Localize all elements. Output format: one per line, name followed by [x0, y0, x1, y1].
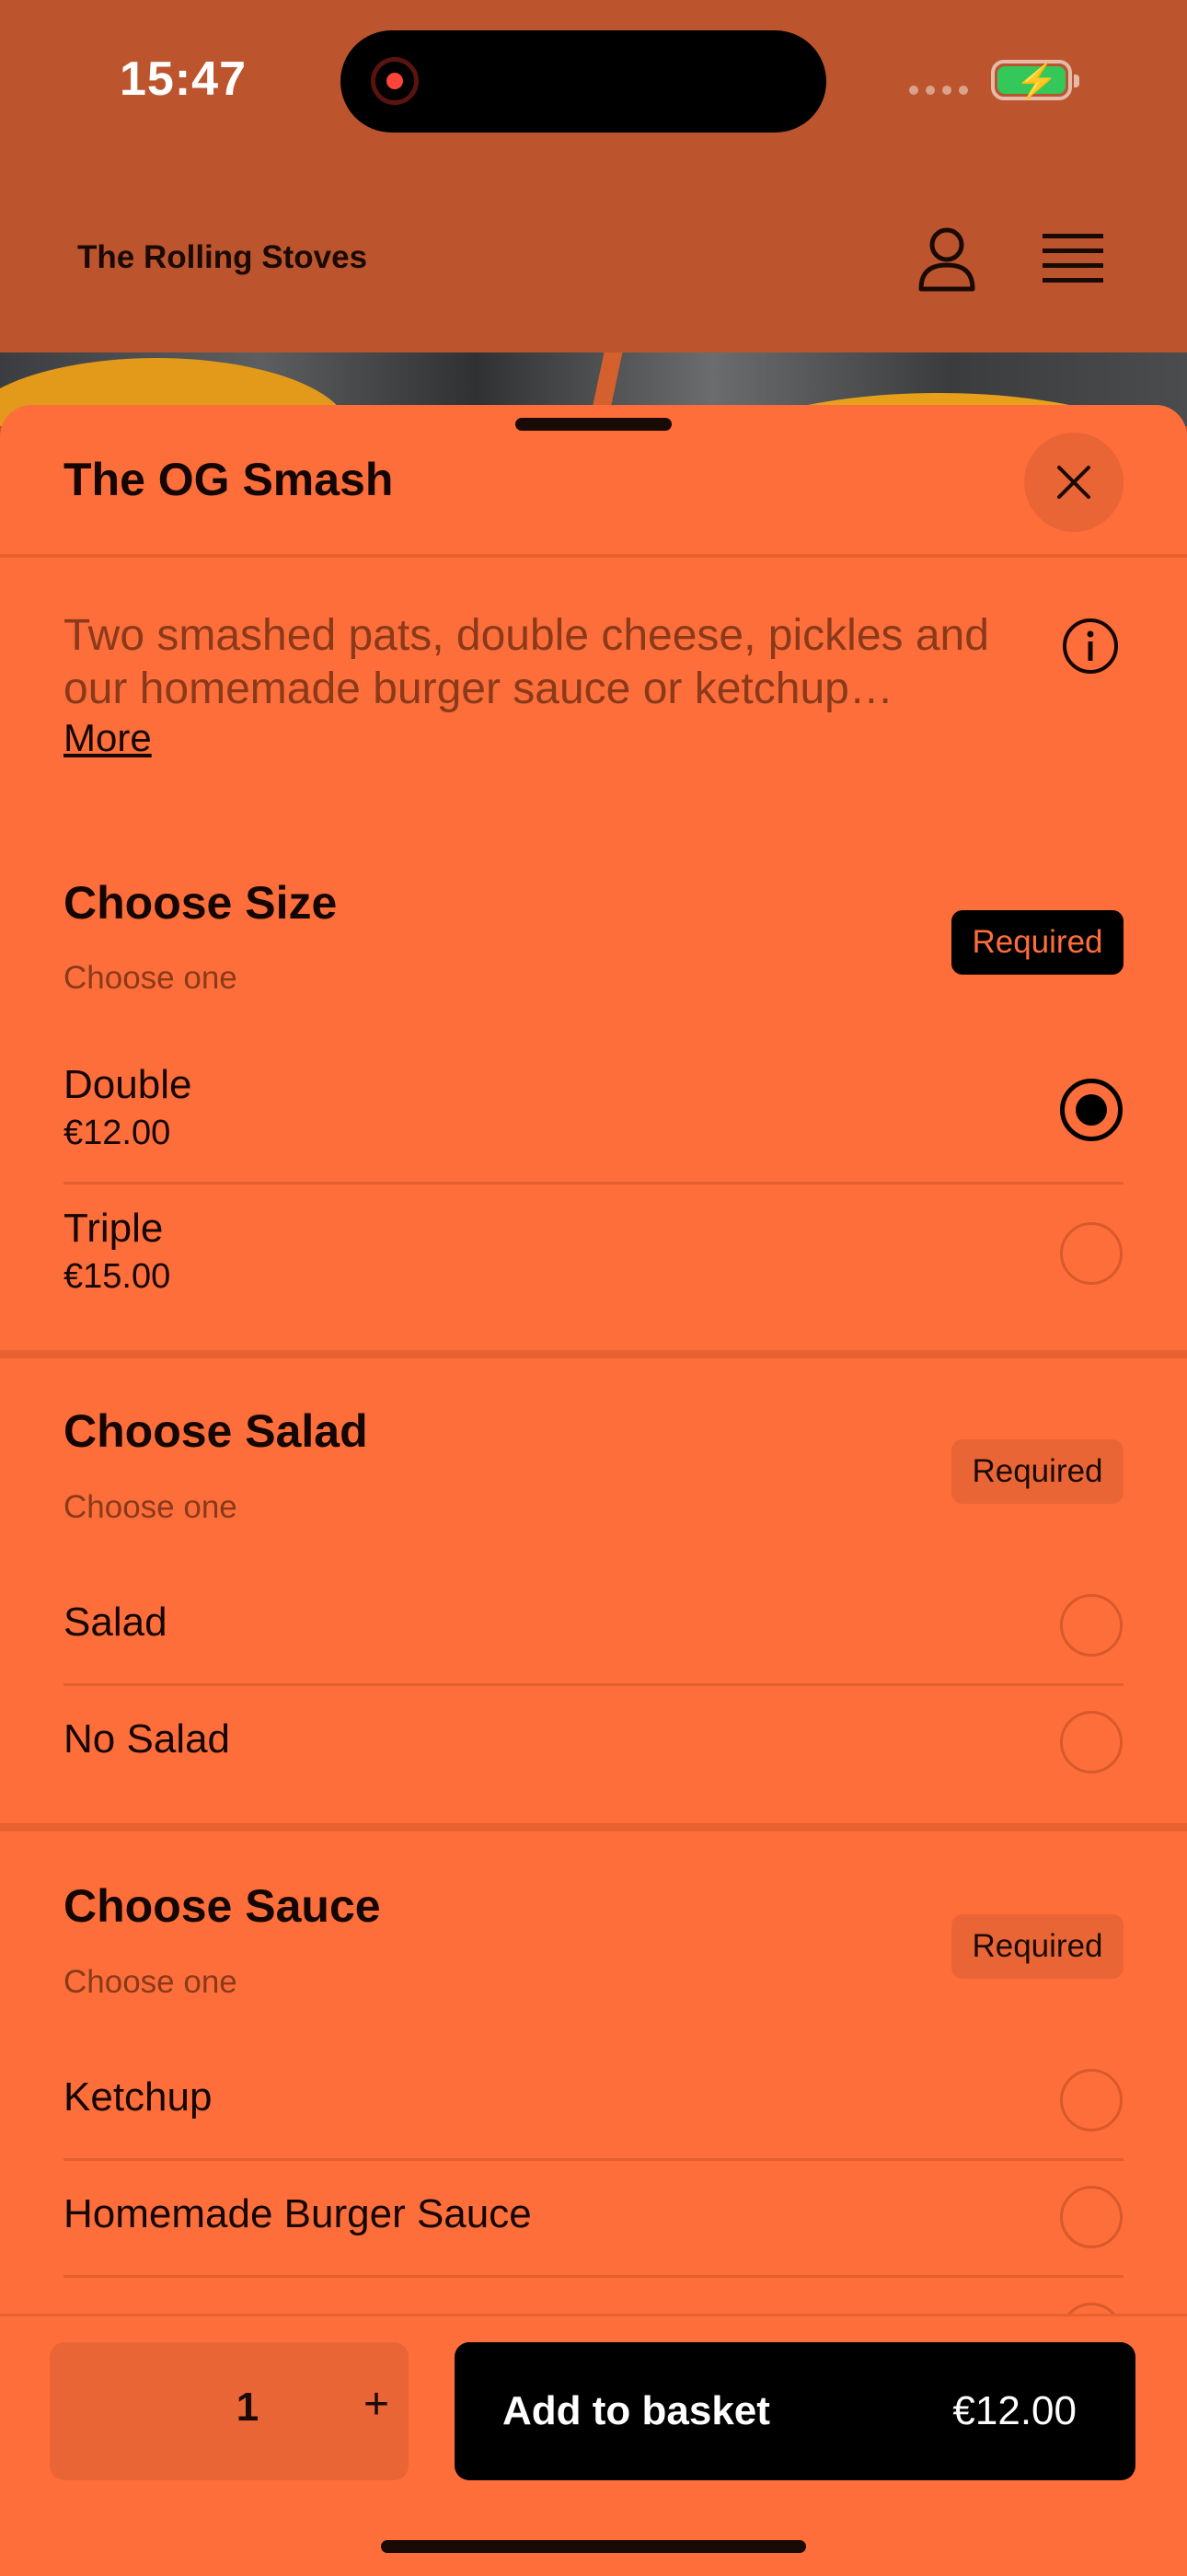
- required-badge: Required: [951, 1439, 1124, 1504]
- account-icon[interactable]: [916, 226, 978, 293]
- radio-no-salad[interactable]: [1060, 1711, 1123, 1773]
- divider: [63, 1683, 1124, 1686]
- radio-homemade-burger-sauce[interactable]: [1060, 2186, 1123, 2248]
- record-icon: [371, 57, 419, 105]
- bottom-action-bar: 1 + Add to basket €12.00: [0, 2314, 1187, 2576]
- signal-icon: [909, 86, 968, 95]
- option-name: Homemade Burger Sauce: [63, 2191, 532, 2236]
- home-indicator: [381, 2540, 806, 2553]
- add-to-basket-button[interactable]: Add to basket €12.00: [455, 2342, 1135, 2480]
- sheet-grabber[interactable]: [515, 418, 672, 431]
- required-badge: Required: [951, 910, 1124, 975]
- battery-icon: ⚡: [991, 60, 1079, 101]
- item-description: Two smashed pats, double cheese, pickles…: [63, 611, 989, 713]
- status-time: 15:47: [120, 52, 247, 106]
- section-subtitle: Choose one: [63, 1489, 237, 1525]
- radio-double[interactable]: [1060, 1079, 1123, 1141]
- section-subtitle: Choose one: [63, 1964, 237, 2000]
- radio-triple[interactable]: [1060, 1222, 1123, 1285]
- brand-name[interactable]: The Rolling Stoves: [77, 239, 367, 276]
- section-title-size: Choose Size: [63, 877, 338, 929]
- site-header: The Rolling Stoves: [0, 166, 1187, 352]
- option-price: €15.00: [63, 1257, 171, 1296]
- menu-icon[interactable]: [1043, 232, 1103, 287]
- item-sheet: The OG Smash Two smashed pats, double ch…: [0, 405, 1187, 2573]
- close-icon: [1057, 466, 1090, 499]
- dynamic-island: [340, 30, 826, 133]
- status-bar: 15:47 ⚡: [0, 0, 1187, 166]
- total-price: €12.00: [952, 2388, 1077, 2433]
- add-to-basket-label: Add to basket: [502, 2388, 770, 2433]
- section-separator: [0, 1350, 1187, 1358]
- divider: [63, 1182, 1124, 1184]
- close-button[interactable]: [1024, 433, 1124, 532]
- option-price: €12.00: [63, 1114, 171, 1152]
- radio-ketchup[interactable]: [1060, 2069, 1123, 2131]
- required-badge: Required: [951, 1914, 1124, 1979]
- section-subtitle: Choose one: [63, 960, 237, 996]
- divider: [0, 554, 1187, 558]
- radio-salad[interactable]: [1060, 1594, 1123, 1657]
- option-name: No Salad: [63, 1716, 231, 1762]
- section-separator: [0, 1823, 1187, 1831]
- option-name: Double: [63, 1062, 192, 1107]
- quantity-value: 1: [236, 2385, 259, 2430]
- quantity-stepper: 1 +: [50, 2342, 409, 2480]
- divider: [63, 2275, 1124, 2278]
- option-name: Triple: [63, 1206, 164, 1251]
- section-title-sauce: Choose Sauce: [63, 1880, 381, 1932]
- section-title-salad: Choose Salad: [63, 1405, 368, 1457]
- divider: [63, 2158, 1124, 2161]
- item-title: The OG Smash: [63, 454, 394, 505]
- option-name: Ketchup: [63, 2074, 213, 2120]
- more-link[interactable]: More: [63, 716, 152, 760]
- option-name: Salad: [63, 1600, 167, 1645]
- info-icon[interactable]: [1061, 617, 1120, 676]
- increase-quantity-button[interactable]: +: [353, 2379, 399, 2430]
